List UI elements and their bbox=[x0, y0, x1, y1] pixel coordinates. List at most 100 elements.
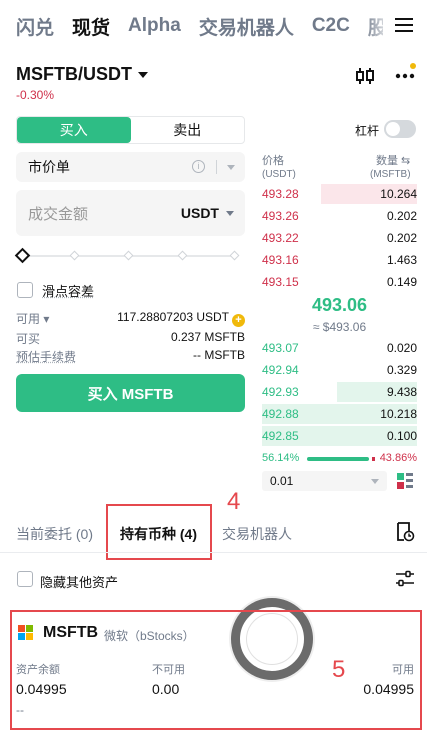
bid-qty: 10.218 bbox=[380, 407, 417, 421]
nav-tab-trading-bots[interactable]: 交易机器人 bbox=[199, 13, 294, 40]
slider-tick[interactable] bbox=[177, 250, 188, 261]
bid-row[interactable]: 492.93 9.438 bbox=[262, 381, 417, 403]
tab-open-orders[interactable]: 当前委托 (0) bbox=[16, 524, 93, 544]
chevron-down-icon bbox=[371, 479, 379, 484]
pair-symbol: MSFTB/USDT bbox=[16, 64, 132, 84]
order-history-icon[interactable] bbox=[395, 521, 415, 543]
ask-price: 493.15 bbox=[262, 275, 299, 289]
fee-row: 预估手续费 -- MSFTB bbox=[16, 348, 245, 365]
pair-selector[interactable]: MSFTB/USDT bbox=[16, 64, 148, 85]
bid-qty: 0.100 bbox=[386, 429, 417, 443]
ask-row[interactable]: 493.22 0.202 bbox=[262, 227, 417, 249]
qty-unit: (MSFTB) bbox=[370, 169, 411, 180]
toggle-knob bbox=[386, 122, 400, 136]
more-options-icon[interactable] bbox=[394, 66, 416, 86]
ask-ratio-bar bbox=[372, 457, 375, 461]
ask-row[interactable]: 493.26 0.202 bbox=[262, 205, 417, 227]
annotation-number-4: 4 bbox=[227, 488, 241, 515]
hamburger-menu-icon[interactable] bbox=[393, 14, 415, 36]
slider-handle[interactable] bbox=[14, 247, 31, 264]
buy-tab[interactable]: 买入 bbox=[17, 117, 131, 143]
can-buy-row: 可买 0.237 MSFTB bbox=[16, 330, 245, 347]
orderbook-layout-icon[interactable] bbox=[396, 472, 414, 490]
bid-price: 492.94 bbox=[262, 363, 299, 377]
buy-sell-ratio: 56.14% 43.86% bbox=[262, 452, 417, 466]
bid-qty: 9.438 bbox=[386, 385, 417, 399]
bid-qty: 0.020 bbox=[386, 341, 417, 355]
leverage-toggle[interactable] bbox=[384, 120, 416, 138]
ask-price: 493.28 bbox=[262, 187, 299, 201]
price-header: 价格 bbox=[262, 155, 284, 167]
amount-unit-select[interactable]: USDT bbox=[181, 205, 219, 221]
ask-row[interactable]: 493.16 1.463 bbox=[262, 249, 417, 271]
ask-qty: 0.202 bbox=[386, 231, 417, 245]
slippage-checkbox[interactable] bbox=[17, 282, 33, 298]
bid-ratio: 56.14% bbox=[262, 452, 300, 464]
notification-dot bbox=[410, 63, 416, 69]
bid-qty: 0.329 bbox=[386, 363, 417, 377]
slider-tick[interactable] bbox=[229, 250, 240, 261]
candlestick-chart-icon[interactable] bbox=[354, 66, 376, 86]
amount-input[interactable]: 成交金额 USDT bbox=[16, 190, 245, 236]
amount-placeholder: 成交金额 bbox=[28, 205, 89, 223]
last-price[interactable]: 493.06 bbox=[262, 295, 417, 316]
ask-qty: 1.463 bbox=[386, 253, 417, 267]
nav-tab-spot[interactable]: 现货 bbox=[72, 13, 110, 40]
bid-price: 492.88 bbox=[262, 407, 299, 421]
ask-row[interactable]: 493.28 10.264 bbox=[262, 183, 417, 205]
qty-header[interactable]: 数量 ⇆ bbox=[376, 152, 410, 168]
info-icon[interactable]: i bbox=[192, 160, 205, 173]
fee-label: 预估手续费 bbox=[16, 350, 77, 364]
bid-price: 493.07 bbox=[262, 341, 299, 355]
field-divider bbox=[216, 160, 217, 174]
deposit-plus-icon[interactable]: + bbox=[232, 314, 245, 327]
nav-tab-c2c[interactable]: C2C bbox=[312, 15, 350, 37]
buy-sell-toggle: 买入 卖出 bbox=[16, 116, 245, 144]
ask-qty: 0.149 bbox=[386, 275, 417, 289]
order-type-select[interactable]: 市价单 i bbox=[16, 152, 245, 182]
buy-submit-button[interactable]: 买入 MSFTB bbox=[16, 374, 245, 412]
bid-row[interactable]: 492.94 0.329 bbox=[262, 359, 417, 381]
hide-others-checkbox[interactable] bbox=[17, 571, 33, 587]
bid-row[interactable]: 492.88 10.218 bbox=[262, 403, 417, 425]
ask-qty: 0.202 bbox=[386, 209, 417, 223]
price-unit: (USDT) bbox=[262, 169, 296, 180]
chevron-down-icon bbox=[227, 165, 235, 170]
bid-row[interactable]: 493.07 0.020 bbox=[262, 337, 417, 359]
slider-tick[interactable] bbox=[69, 250, 80, 261]
bid-row[interactable]: 492.85 0.100 bbox=[262, 425, 417, 447]
slider-tick[interactable] bbox=[123, 250, 134, 261]
annotation-number-5: 5 bbox=[332, 656, 346, 683]
hide-others-label: 隐藏其他资产 bbox=[40, 575, 119, 590]
nav-tab-convert[interactable]: 闪兑 bbox=[16, 13, 54, 40]
ask-price: 493.22 bbox=[262, 231, 299, 245]
available-label[interactable]: 可用 ▾ bbox=[16, 310, 49, 327]
last-price-usd: ≈ $493.06 bbox=[312, 320, 367, 334]
ask-qty: 10.264 bbox=[380, 187, 417, 201]
chevron-down-icon bbox=[226, 211, 234, 216]
chevron-down-icon bbox=[138, 71, 148, 78]
can-buy-value: 0.237 MSFTB bbox=[170, 330, 245, 344]
ask-price: 493.26 bbox=[262, 209, 299, 223]
fee-value: -- MSFTB bbox=[193, 348, 245, 362]
precision-value: 0.01 bbox=[270, 474, 294, 488]
bid-price: 492.85 bbox=[262, 429, 299, 443]
ask-row[interactable]: 493.15 0.149 bbox=[262, 271, 417, 293]
slippage-label: 滑点容差 bbox=[42, 284, 95, 299]
price-change: -0.30% bbox=[16, 88, 55, 102]
leverage-label: 杠杆 bbox=[355, 124, 380, 138]
top-nav: 闪兑 现货 Alpha 交易机器人 C2C 股 bbox=[0, 0, 427, 52]
nav-tab-alpha[interactable]: Alpha bbox=[128, 15, 181, 37]
filter-settings-icon[interactable] bbox=[395, 570, 415, 588]
bid-ratio-bar bbox=[307, 457, 369, 461]
available-row: 可用 ▾ 117.28807203 USDT + bbox=[16, 310, 245, 327]
precision-select[interactable]: 0.01 bbox=[262, 471, 387, 491]
bid-price: 492.93 bbox=[262, 385, 299, 399]
bottom-tabs: 当前委托 (0) 持有币种 (4) 交易机器人 bbox=[0, 512, 427, 552]
sell-tab[interactable]: 卖出 bbox=[131, 117, 245, 143]
ask-ratio: 43.86% bbox=[379, 452, 417, 464]
tab-trading-bots[interactable]: 交易机器人 bbox=[222, 524, 292, 544]
can-buy-label: 可买 bbox=[16, 332, 41, 346]
amount-slider[interactable] bbox=[14, 247, 240, 264]
tab-separator bbox=[0, 552, 427, 553]
